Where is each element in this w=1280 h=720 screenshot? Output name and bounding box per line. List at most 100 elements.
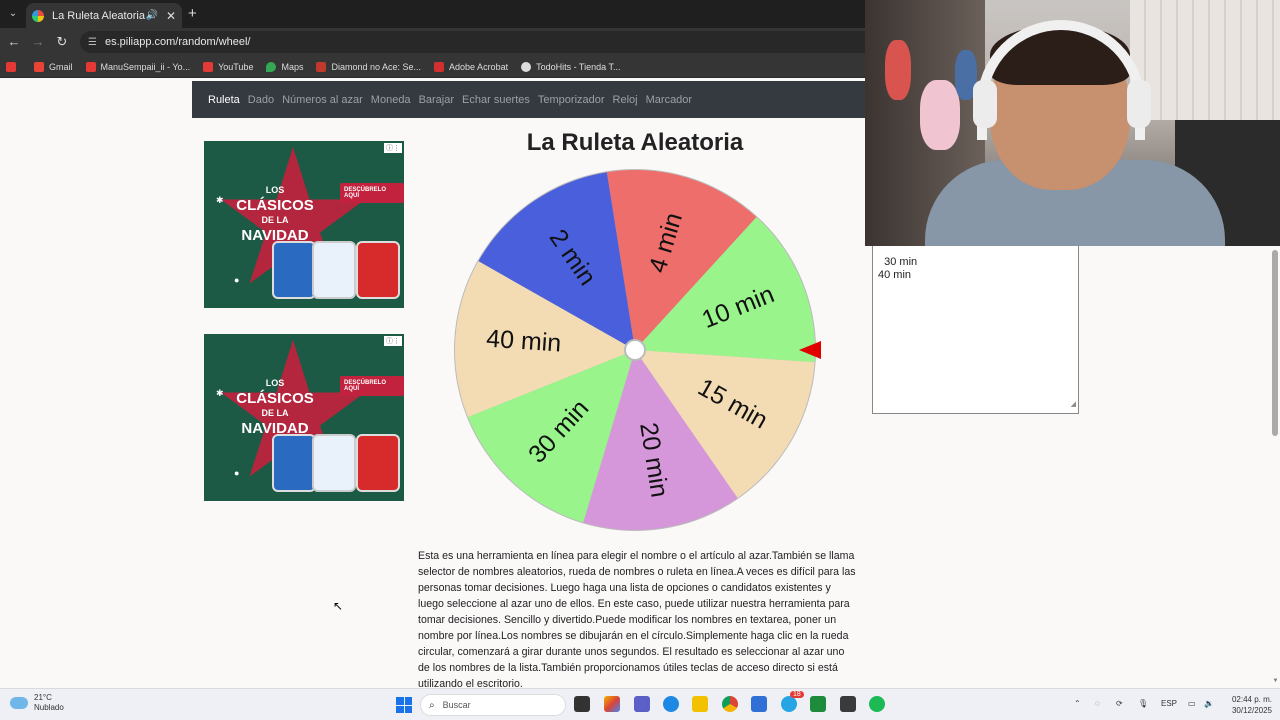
todohits-icon (521, 61, 532, 72)
page-scrollbar-thumb[interactable] (1272, 250, 1278, 436)
cloud-icon (10, 697, 28, 709)
gmail-icon (34, 61, 44, 72)
bookmark-label: TodoHits - Tienda T... (536, 61, 621, 72)
back-arrow-icon[interactable]: ← (5, 33, 23, 51)
textarea-content: 30 min 40 min (878, 256, 918, 281)
bookmark-label: Diamond no Ace: Se... (331, 61, 422, 72)
nav-item-reloj[interactable]: Reloj (613, 94, 638, 106)
browser-tab[interactable]: La Ruleta Aleatoria 🔊 ✕ (26, 3, 182, 28)
notification-badge: 18 (790, 691, 804, 698)
task-view-icon[interactable] (574, 696, 590, 712)
bookmark-adobe-acrobat[interactable]: Adobe Acrobat (434, 61, 508, 72)
volume-icon[interactable]: 🔉 (1204, 699, 1214, 708)
ad-product-image (272, 422, 400, 492)
snowflake-icon: ✱ (216, 195, 224, 205)
nav-item-marcador[interactable]: Marcador (646, 94, 692, 106)
teams-icon[interactable] (634, 696, 650, 712)
app-icon[interactable] (840, 696, 856, 712)
nav-item-echar-suertes[interactable]: Echar suertes (462, 94, 530, 106)
youtube-icon (203, 61, 214, 72)
collectible-figure (920, 80, 960, 150)
advertisement-banner[interactable]: LOS CLÁSICOS DE LA NAVIDAD DESCÚBRELO AQ… (204, 141, 404, 308)
notepad-icon[interactable] (751, 696, 767, 712)
telegram-icon[interactable] (781, 696, 797, 712)
search-icon: ⌕ (429, 699, 435, 711)
tab-search-icon[interactable]: ⌄ (4, 5, 22, 23)
language-indicator[interactable]: ESP (1161, 699, 1177, 708)
ad-cta-button[interactable]: DESCÚBRELO AQUÍ (340, 376, 404, 396)
wheel-segment-label: 40 min (485, 325, 562, 358)
sync-icon[interactable]: ⟳ (1116, 699, 1123, 708)
edge-icon[interactable] (663, 696, 679, 712)
microphone-icon[interactable]: 🎙 (1138, 699, 1148, 708)
bookmark-gmail[interactable]: Gmail (34, 61, 73, 72)
bookmark-label: Gmail (49, 61, 73, 72)
site-favicon-icon (32, 9, 44, 22)
windows-start-icon[interactable] (396, 697, 412, 713)
snowflake-icon: ✱ (216, 388, 224, 398)
wheel-center-hub[interactable] (624, 339, 646, 361)
bookmark-manusempaii[interactable]: ManuSempaii_ii - Yo... (85, 61, 191, 72)
nav-item-barajar[interactable]: Barajar (419, 94, 454, 106)
crunchyroll-icon (316, 61, 327, 72)
headset-earcup (973, 80, 997, 128)
address-bar[interactable]: ☰ es.piliapp.com/random/wheel/ (80, 31, 880, 53)
speaker-icon[interactable]: 🔊 (145, 10, 157, 21)
collectible-figure (885, 40, 911, 100)
new-tab-button[interactable]: + (188, 5, 197, 22)
youtube-icon (6, 61, 16, 72)
ad-headline-main: CLÁSICOS (236, 390, 314, 407)
ad-headline-top: LOS (265, 185, 285, 195)
ad-cta-button[interactable]: DESCÚBRELO AQUÍ (340, 183, 404, 203)
acrobat-icon (434, 61, 445, 72)
chrome-icon[interactable] (722, 696, 738, 712)
bookmark-maps[interactable]: Maps (266, 61, 303, 72)
nav-item-dado[interactable]: Dado (248, 94, 274, 106)
reload-icon[interactable]: ↻ (53, 33, 71, 51)
bookmark-todohits[interactable]: TodoHits - Tienda T... (521, 61, 621, 72)
bookmark-label: ManuSempaii_ii - Yo... (100, 61, 191, 72)
clock-time: 02:44 p. m. (1231, 695, 1272, 704)
site-navigation: Ruleta Dado Números al azar Moneda Baraj… (192, 81, 865, 118)
bookmark-youtube[interactable]: YouTube (203, 61, 253, 72)
bookmark-diamond-no-ace[interactable]: Diamond no Ace: Se... (316, 61, 422, 72)
webcam-overlay (865, 0, 1280, 246)
ad-headline-top: LOS (265, 378, 285, 388)
description-paragraph: Esta es una herramienta en línea para el… (418, 550, 856, 690)
chevron-up-icon[interactable]: ⌃ (1074, 699, 1081, 708)
advertisement-banner[interactable]: LOS CLÁSICOS DE LA NAVIDAD DESCÚBRELO AQ… (204, 334, 404, 501)
nav-item-moneda[interactable]: Moneda (371, 94, 411, 106)
nav-item-ruleta[interactable]: Ruleta (208, 94, 240, 106)
site-info-icon[interactable]: ☰ (88, 37, 97, 48)
adchoices-icon[interactable]: ⓘ⋮ (384, 143, 402, 153)
weather-widget[interactable]: 21°C Nublado (10, 693, 64, 713)
network-icon[interactable]: ▭ (1188, 699, 1196, 708)
names-textarea[interactable]: 30 min 40 min ◢ (872, 240, 1079, 414)
bookmark-youtube-red[interactable] (6, 61, 21, 72)
copilot-icon[interactable] (604, 696, 620, 712)
spotify-icon[interactable] (869, 696, 885, 712)
taskbar-clock[interactable]: 02:44 p. m. 30/12/2025 (1222, 694, 1272, 716)
nav-item-temporizador[interactable]: Temporizador (538, 94, 605, 106)
ad-headline-small: DE LA (261, 215, 289, 225)
bauble-icon: ● (234, 275, 240, 285)
page-title: La Ruleta Aleatoria (526, 129, 744, 156)
excel-icon[interactable] (810, 696, 826, 712)
file-explorer-icon[interactable] (692, 696, 708, 712)
tab-title: La Ruleta Aleatoria (52, 9, 145, 22)
mouse-cursor-icon: ↖ (333, 599, 344, 613)
url-text: es.piliapp.com/random/wheel/ (104, 36, 251, 48)
spin-wheel[interactable]: 4 min10 min15 min20 min30 min40 min2 min (453, 168, 823, 538)
maps-icon (266, 61, 277, 72)
taskbar-search[interactable]: ⌕ Buscar (420, 694, 566, 716)
window-blinds (1130, 0, 1280, 120)
headset-earcup (1127, 80, 1151, 128)
ad-headline-main: CLÁSICOS (236, 197, 314, 214)
nav-item-numeros[interactable]: Números al azar (282, 94, 363, 106)
resize-handle-icon[interactable]: ◢ (1071, 398, 1076, 411)
scroll-down-icon[interactable]: ▼ (1271, 678, 1280, 684)
forward-arrow-icon[interactable]: → (29, 33, 47, 51)
adchoices-icon[interactable]: ⓘ⋮ (384, 336, 402, 346)
close-tab-icon[interactable]: ✕ (166, 9, 176, 23)
system-tray-icon[interactable]: ◌ (1095, 699, 1100, 708)
